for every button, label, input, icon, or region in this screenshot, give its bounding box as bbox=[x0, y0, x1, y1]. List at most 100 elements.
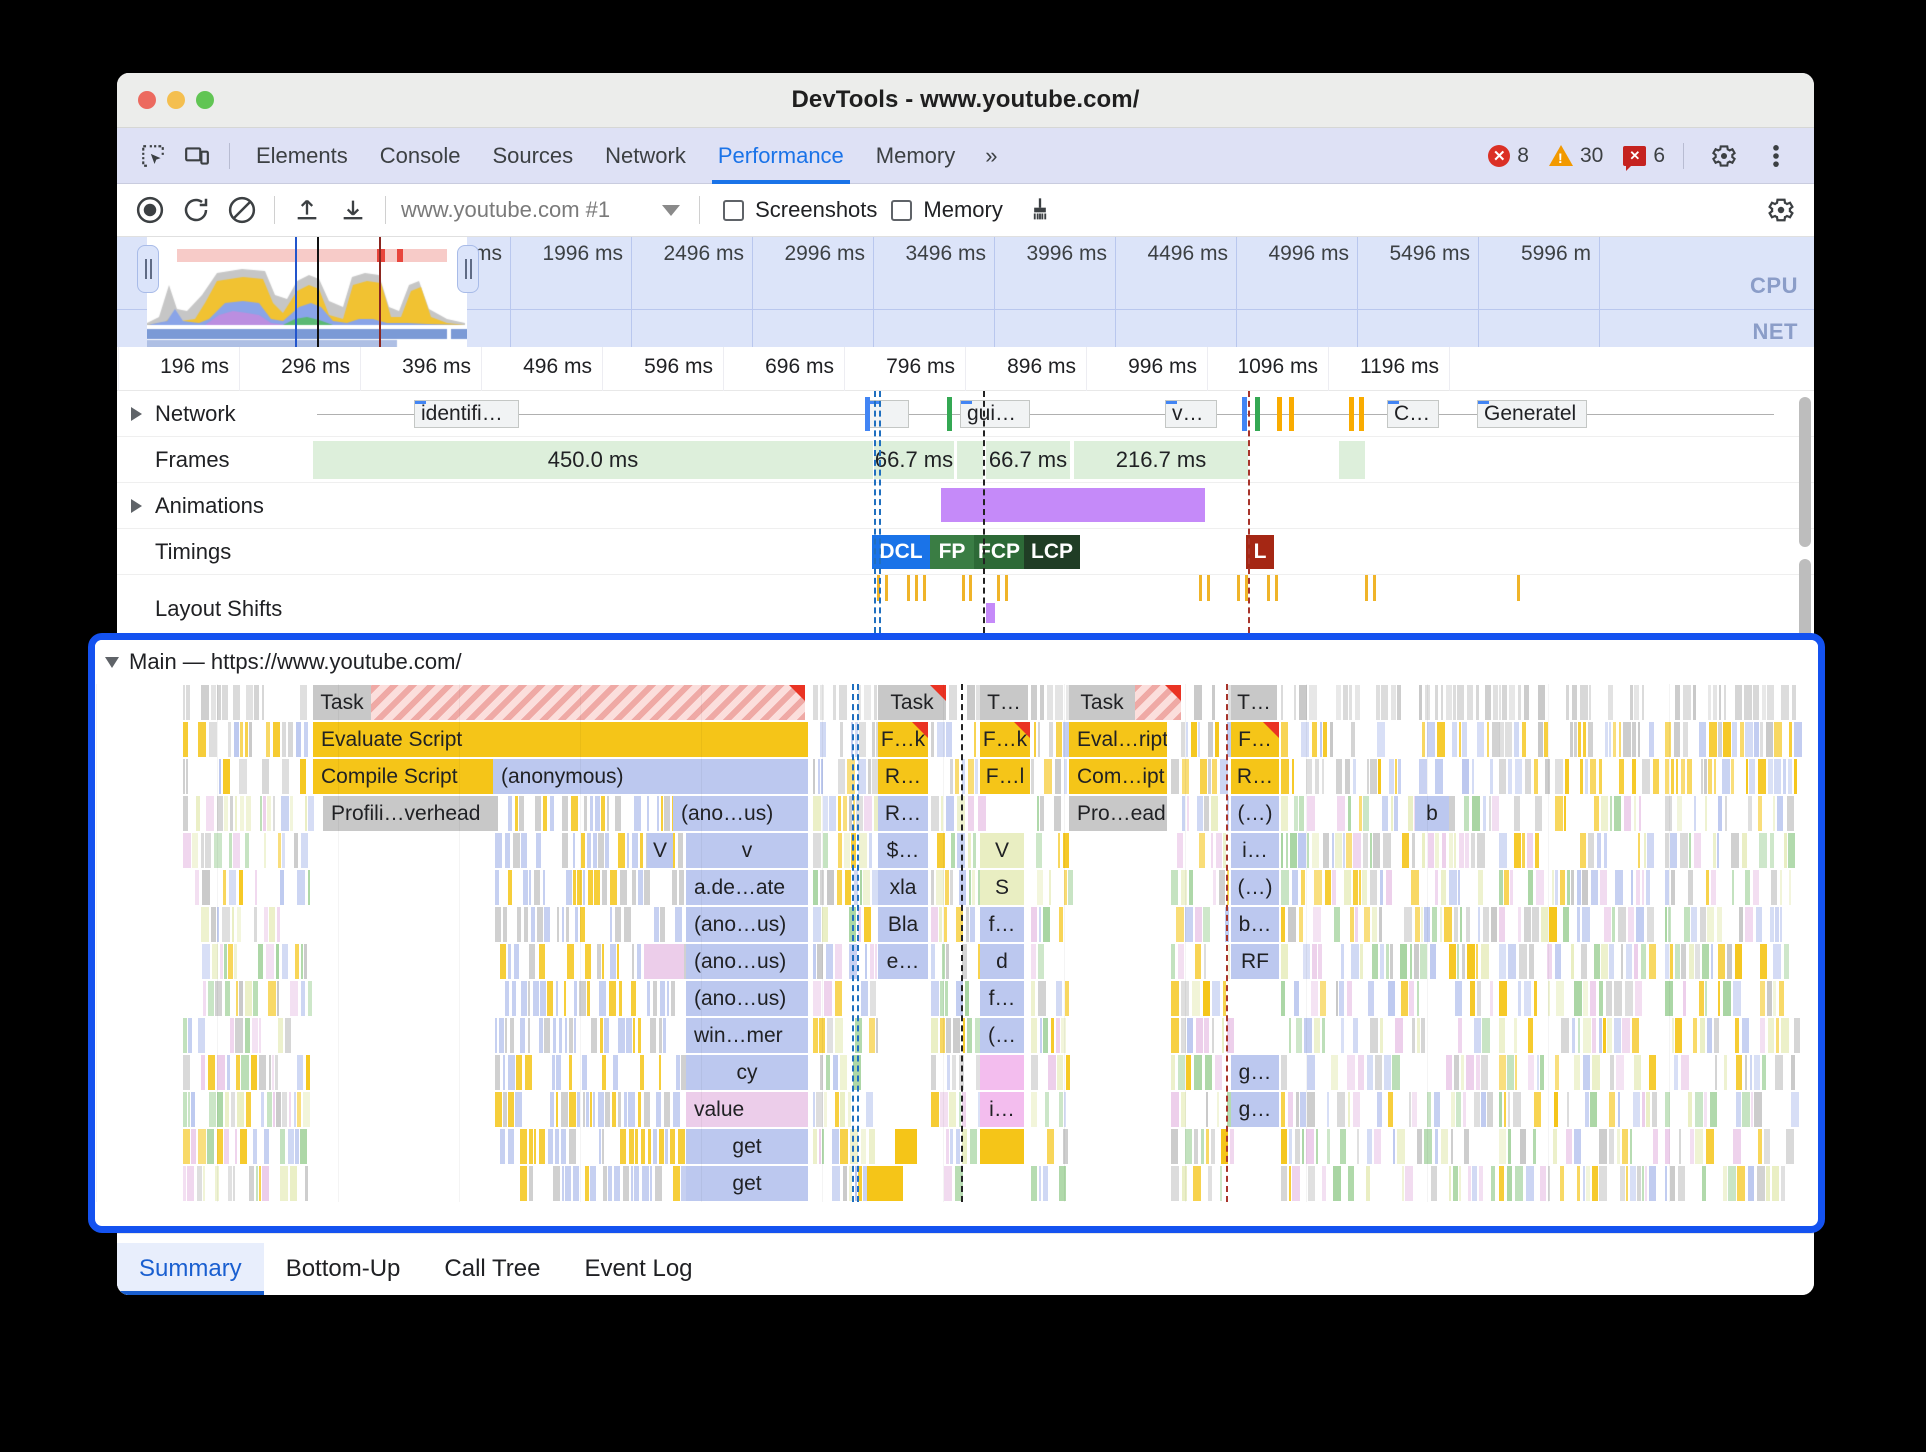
flamechart-micro-block[interactable] bbox=[1064, 759, 1067, 794]
flamechart-micro-block[interactable] bbox=[1746, 759, 1748, 794]
track-network[interactable]: Network identifi… gui… v… C… Generatel bbox=[117, 391, 1814, 437]
memory-checkbox[interactable]: Memory bbox=[891, 197, 1003, 223]
flamechart-micro-block[interactable] bbox=[246, 685, 253, 720]
flamechart-micro-block[interactable] bbox=[562, 796, 568, 831]
flamechart-micro-block[interactable] bbox=[1528, 870, 1533, 905]
flamechart-micro-block[interactable] bbox=[941, 796, 943, 831]
flamechart-micro-block[interactable] bbox=[1681, 1055, 1689, 1090]
flamechart-micro-block[interactable] bbox=[813, 1092, 815, 1127]
flamechart-micro-block[interactable] bbox=[590, 796, 593, 831]
flamechart-micro-block[interactable] bbox=[1398, 759, 1401, 794]
flamechart-micro-block[interactable] bbox=[1057, 1055, 1063, 1090]
flamechart-micro-block[interactable] bbox=[1671, 759, 1674, 794]
flamechart-micro-block[interactable] bbox=[838, 796, 841, 831]
flamechart-micro-block[interactable] bbox=[1732, 870, 1734, 905]
flamechart-micro-block[interactable] bbox=[967, 685, 975, 720]
flamechart-micro-block[interactable] bbox=[1307, 833, 1309, 868]
flamechart-micro-block[interactable] bbox=[579, 981, 586, 1016]
flamechart-micro-block[interactable] bbox=[1299, 685, 1307, 720]
flamechart-micro-block[interactable] bbox=[970, 907, 975, 942]
flamechart-micro-block[interactable] bbox=[1791, 1055, 1795, 1090]
flamechart-micro-block[interactable] bbox=[1456, 1092, 1461, 1127]
flamechart-micro-block[interactable] bbox=[1476, 685, 1479, 720]
flamechart-micro-block[interactable] bbox=[280, 1166, 288, 1201]
flamechart-micro-block[interactable] bbox=[1695, 1129, 1703, 1164]
flamechart-micro-block[interactable] bbox=[835, 944, 842, 979]
flamechart-micro-block[interactable] bbox=[826, 1055, 830, 1090]
flamechart-micro-block[interactable] bbox=[1463, 1092, 1466, 1127]
flamechart-micro-block[interactable] bbox=[1281, 944, 1288, 979]
flamechart-micro-block[interactable] bbox=[252, 1018, 258, 1053]
flamechart-micro-block[interactable] bbox=[245, 722, 248, 757]
flamechart-micro-block[interactable] bbox=[618, 1018, 625, 1053]
flamechart-micro-block[interactable] bbox=[556, 1092, 558, 1127]
flamechart-micro-block[interactable] bbox=[840, 722, 843, 757]
flamechart-micro-block[interactable] bbox=[1758, 759, 1766, 794]
flamechart-micro-block[interactable] bbox=[1776, 1018, 1779, 1053]
flamechart-micro-block[interactable] bbox=[1723, 1166, 1727, 1201]
flamechart-micro-block[interactable] bbox=[1649, 944, 1656, 979]
flamechart-micro-block[interactable] bbox=[661, 796, 663, 831]
flamechart-micro-block[interactable] bbox=[1349, 685, 1352, 720]
flamechart-micro-block[interactable] bbox=[1332, 870, 1336, 905]
flamechart-micro-block[interactable] bbox=[1509, 685, 1515, 720]
flamechart-micro-block[interactable] bbox=[1665, 796, 1672, 831]
flamechart-micro-block[interactable] bbox=[1211, 1129, 1215, 1164]
screenshots-checkbox[interactable]: Screenshots bbox=[723, 197, 877, 223]
flamechart-micro-block[interactable] bbox=[849, 907, 856, 942]
flamechart-micro-block[interactable] bbox=[966, 907, 969, 942]
flamechart-micro-block[interactable] bbox=[820, 1055, 823, 1090]
flamechart-block[interactable]: V bbox=[647, 833, 673, 868]
flamechart-micro-block[interactable] bbox=[1055, 685, 1063, 720]
flamechart-micro-block[interactable] bbox=[201, 907, 209, 942]
overview-selection-window[interactable] bbox=[147, 237, 467, 347]
flamechart-micro-block[interactable] bbox=[234, 722, 239, 757]
flamechart-micro-block[interactable] bbox=[956, 981, 963, 1016]
flamechart-micro-block[interactable] bbox=[1311, 981, 1318, 1016]
flamechart-micro-block[interactable] bbox=[1753, 870, 1759, 905]
flamechart-block[interactable]: T… bbox=[980, 685, 1028, 720]
track-animations[interactable]: Animations bbox=[117, 483, 1814, 529]
flamechart-micro-block[interactable] bbox=[1296, 1018, 1302, 1053]
flamechart-micro-block[interactable] bbox=[1689, 833, 1691, 868]
flamechart-micro-block[interactable] bbox=[262, 685, 264, 720]
flamechart-micro-block[interactable] bbox=[1362, 870, 1367, 905]
flamechart-micro-block[interactable] bbox=[1417, 1018, 1420, 1053]
flamechart-micro-block[interactable] bbox=[1219, 870, 1225, 905]
flamechart-micro-block[interactable] bbox=[1054, 796, 1061, 831]
flamechart-micro-block[interactable] bbox=[1578, 722, 1581, 757]
flamechart-micro-block[interactable] bbox=[1601, 796, 1608, 831]
flamechart-micro-block[interactable] bbox=[952, 1055, 956, 1090]
flamechart-micro-block[interactable] bbox=[1414, 944, 1419, 979]
flamechart-micro-block[interactable] bbox=[1524, 685, 1529, 720]
flamechart-micro-block[interactable] bbox=[843, 796, 847, 831]
flamechart-micro-block[interactable] bbox=[1636, 907, 1644, 942]
flamechart-micro-block[interactable] bbox=[1718, 722, 1722, 757]
layout-shift-tick[interactable] bbox=[1199, 575, 1202, 601]
flamechart-micro-block[interactable] bbox=[1204, 1018, 1209, 1053]
flamechart-block[interactable]: R… bbox=[1231, 759, 1279, 794]
flamechart-micro-block[interactable] bbox=[940, 981, 944, 1016]
flamechart-micro-block[interactable] bbox=[638, 1092, 641, 1127]
flamechart-micro-block[interactable] bbox=[523, 870, 528, 905]
flamechart-micro-block[interactable] bbox=[1294, 796, 1298, 831]
flamechart-micro-block[interactable] bbox=[1286, 833, 1288, 868]
layout-shift-tick[interactable] bbox=[1373, 575, 1376, 601]
flamechart-micro-block[interactable] bbox=[1181, 981, 1189, 1016]
flamechart-micro-block[interactable] bbox=[1384, 1055, 1391, 1090]
flamechart-micro-block[interactable] bbox=[222, 907, 230, 942]
flamechart-micro-block[interactable] bbox=[1478, 870, 1483, 905]
flamechart-micro-block[interactable] bbox=[1200, 759, 1207, 794]
flamechart-micro-block[interactable] bbox=[823, 796, 828, 831]
flamechart-micro-block[interactable] bbox=[1449, 870, 1457, 905]
flamechart-micro-block[interactable] bbox=[1626, 944, 1632, 979]
flamechart-micro-block[interactable] bbox=[1577, 870, 1581, 905]
flamechart-micro-block[interactable] bbox=[1289, 1129, 1292, 1164]
flamechart-micro-block[interactable] bbox=[1037, 870, 1043, 905]
flamechart-micro-block[interactable] bbox=[1205, 1055, 1212, 1090]
flamechart-micro-block[interactable] bbox=[962, 1092, 966, 1127]
flamechart-micro-block[interactable] bbox=[1789, 722, 1792, 757]
flamechart-micro-block[interactable] bbox=[253, 981, 258, 1016]
flamechart-micro-block[interactable] bbox=[1633, 1092, 1640, 1127]
flamechart-micro-block[interactable] bbox=[553, 1018, 556, 1053]
